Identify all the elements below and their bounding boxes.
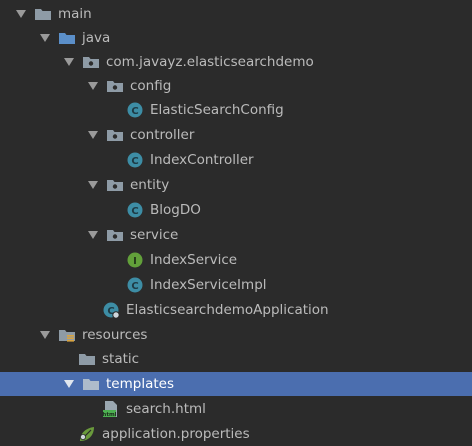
svg-text:C: C	[131, 281, 138, 292]
folder-icon	[78, 350, 96, 368]
spring-properties-icon	[78, 425, 96, 443]
tree-node-templates[interactable]: templates	[0, 372, 472, 396]
tree-node-label: IndexService	[150, 252, 238, 268]
tree-node-package-root[interactable]: com.javayz.elasticsearchdemo	[0, 50, 472, 74]
expand-arrow-icon[interactable]	[14, 2, 28, 26]
tree-node-java[interactable]: java	[0, 26, 472, 50]
tree-node-label: ElasticsearchdemoApplication	[126, 302, 329, 318]
tree-node-index-service-impl[interactable]: C IndexServiceImpl	[0, 273, 472, 297]
svg-text:C: C	[131, 106, 138, 117]
spring-boot-class-icon: C	[102, 301, 120, 319]
class-icon: C	[126, 276, 144, 294]
package-icon	[106, 126, 124, 144]
expand-arrow-icon[interactable]	[62, 372, 76, 396]
svg-text:C: C	[131, 156, 138, 167]
svg-text:I: I	[133, 256, 137, 267]
tree-node-application-properties[interactable]: application.properties	[0, 422, 472, 446]
class-icon: C	[126, 151, 144, 169]
svg-text:html: html	[102, 412, 116, 418]
package-icon	[82, 53, 100, 71]
tree-node-label: com.javayz.elasticsearchdemo	[106, 54, 314, 70]
expand-arrow-icon[interactable]	[62, 50, 76, 74]
tree-node-label: static	[102, 351, 140, 367]
expand-arrow-icon[interactable]	[86, 223, 100, 247]
tree-node-label: templates	[106, 376, 174, 392]
class-icon: C	[126, 101, 144, 119]
expand-arrow-icon[interactable]	[86, 173, 100, 197]
tree-node-label: config	[130, 78, 172, 94]
class-icon: C	[126, 201, 144, 219]
tree-node-label: controller	[130, 127, 195, 143]
tree-node-label: application.properties	[102, 426, 250, 442]
tree-node-label: IndexServiceImpl	[150, 277, 267, 293]
tree-node-elasticsearch-config[interactable]: C ElasticSearchConfig	[0, 98, 472, 122]
source-folder-icon	[58, 29, 76, 47]
package-icon	[106, 176, 124, 194]
folder-icon	[82, 375, 100, 393]
package-icon	[106, 226, 124, 244]
tree-node-entity[interactable]: entity	[0, 173, 472, 197]
tree-node-config[interactable]: config	[0, 74, 472, 98]
tree-node-label: main	[58, 6, 92, 22]
svg-text:C: C	[131, 206, 138, 217]
package-icon	[106, 77, 124, 95]
tree-node-static[interactable]: static	[0, 347, 472, 371]
tree-node-label: search.html	[126, 401, 206, 417]
tree-node-label: java	[82, 30, 111, 46]
expand-arrow-icon[interactable]	[86, 123, 100, 147]
tree-node-index-service[interactable]: I IndexService	[0, 248, 472, 272]
interface-icon: I	[126, 251, 144, 269]
tree-node-resources[interactable]: resources	[0, 323, 472, 347]
tree-node-search-html[interactable]: html search.html	[0, 397, 472, 421]
tree-node-index-controller[interactable]: C IndexController	[0, 148, 472, 172]
tree-node-controller[interactable]: controller	[0, 123, 472, 147]
tree-node-label: service	[130, 227, 179, 243]
tree-node-blogdo[interactable]: C BlogDO	[0, 198, 472, 222]
project-tree: main java com.javayz.elasticsearchdemo c…	[0, 0, 472, 446]
tree-node-service[interactable]: service	[0, 223, 472, 247]
resources-folder-icon	[58, 326, 76, 344]
tree-node-label: ElasticSearchConfig	[150, 102, 284, 118]
tree-node-label: resources	[82, 327, 148, 343]
tree-node-application-class[interactable]: C ElasticsearchdemoApplication	[0, 298, 472, 322]
expand-arrow-icon[interactable]	[86, 74, 100, 98]
expand-arrow-icon[interactable]	[38, 323, 52, 347]
tree-node-label: BlogDO	[150, 202, 201, 218]
tree-node-label: IndexController	[150, 152, 254, 168]
tree-node-label: entity	[130, 177, 170, 193]
folder-icon	[34, 5, 52, 23]
html-file-icon: html	[102, 400, 120, 418]
expand-arrow-icon[interactable]	[38, 26, 52, 50]
tree-node-main[interactable]: main	[0, 2, 472, 26]
